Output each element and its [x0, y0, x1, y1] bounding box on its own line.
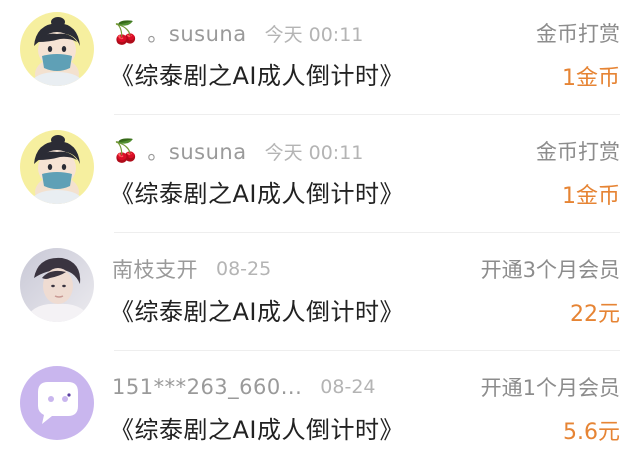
list-item[interactable]: 🍒 。susuna 今天 00:11 《综泰剧之AI成人倒计时》 金币打赏 1金…: [0, 118, 640, 236]
reward-type-label: 金币打赏: [536, 140, 620, 164]
default-chat-avatar-icon[interactable]: [20, 366, 94, 440]
username[interactable]: 。susuna: [147, 18, 246, 48]
reward-amount: 1金币: [562, 66, 620, 91]
list-item[interactable]: 🍒 。susuna 今天 00:11 《综泰剧之AI成人倒计时》 金币打赏 1金…: [0, 0, 640, 118]
divider: [114, 114, 620, 115]
divider: [114, 350, 620, 351]
user-info-line: 151***263_660... 08-24: [112, 370, 376, 404]
book-title-link[interactable]: 《综泰剧之AI成人倒计时》: [110, 292, 404, 327]
reward-type-label: 开通3个月会员: [480, 258, 620, 282]
cherry-icon: 🍒: [112, 20, 140, 46]
timestamp: 今天 00:11: [264, 141, 364, 164]
anime-boy-avatar-icon[interactable]: [20, 12, 94, 86]
username[interactable]: 。susuna: [147, 136, 246, 166]
divider: [114, 232, 620, 233]
reward-type-label: 开通1个月会员: [480, 376, 620, 400]
timestamp: 08-25: [216, 258, 272, 280]
timestamp: 08-24: [320, 376, 376, 398]
reward-amount: 5.6元: [563, 420, 620, 445]
reward-record-list: 🍒 。susuna 今天 00:11 《综泰剧之AI成人倒计时》 金币打赏 1金…: [0, 0, 640, 456]
username[interactable]: 151***263_660...: [112, 375, 302, 399]
book-title-link[interactable]: 《综泰剧之AI成人倒计时》: [110, 56, 404, 91]
list-item[interactable]: 南枝支开 08-25 《综泰剧之AI成人倒计时》 开通3个月会员 22元: [0, 236, 640, 354]
cherry-icon: 🍒: [112, 138, 140, 164]
book-title-link[interactable]: 《综泰剧之AI成人倒计时》: [110, 410, 404, 445]
timestamp: 今天 00:11: [264, 23, 364, 46]
username[interactable]: 南枝支开: [112, 254, 198, 284]
photo-avatar-icon[interactable]: [20, 248, 94, 322]
user-info-line: 南枝支开 08-25: [112, 252, 271, 286]
list-item[interactable]: 151***263_660... 08-24 《综泰剧之AI成人倒计时》 开通1…: [0, 354, 640, 456]
reward-type-label: 金币打赏: [536, 22, 620, 46]
book-title-link[interactable]: 《综泰剧之AI成人倒计时》: [110, 174, 404, 209]
reward-amount: 1金币: [562, 184, 620, 209]
reward-amount: 22元: [570, 302, 620, 327]
user-info-line: 🍒 。susuna 今天 00:11: [112, 16, 363, 50]
anime-boy-avatar-icon[interactable]: [20, 130, 94, 204]
user-info-line: 🍒 。susuna 今天 00:11: [112, 134, 363, 168]
